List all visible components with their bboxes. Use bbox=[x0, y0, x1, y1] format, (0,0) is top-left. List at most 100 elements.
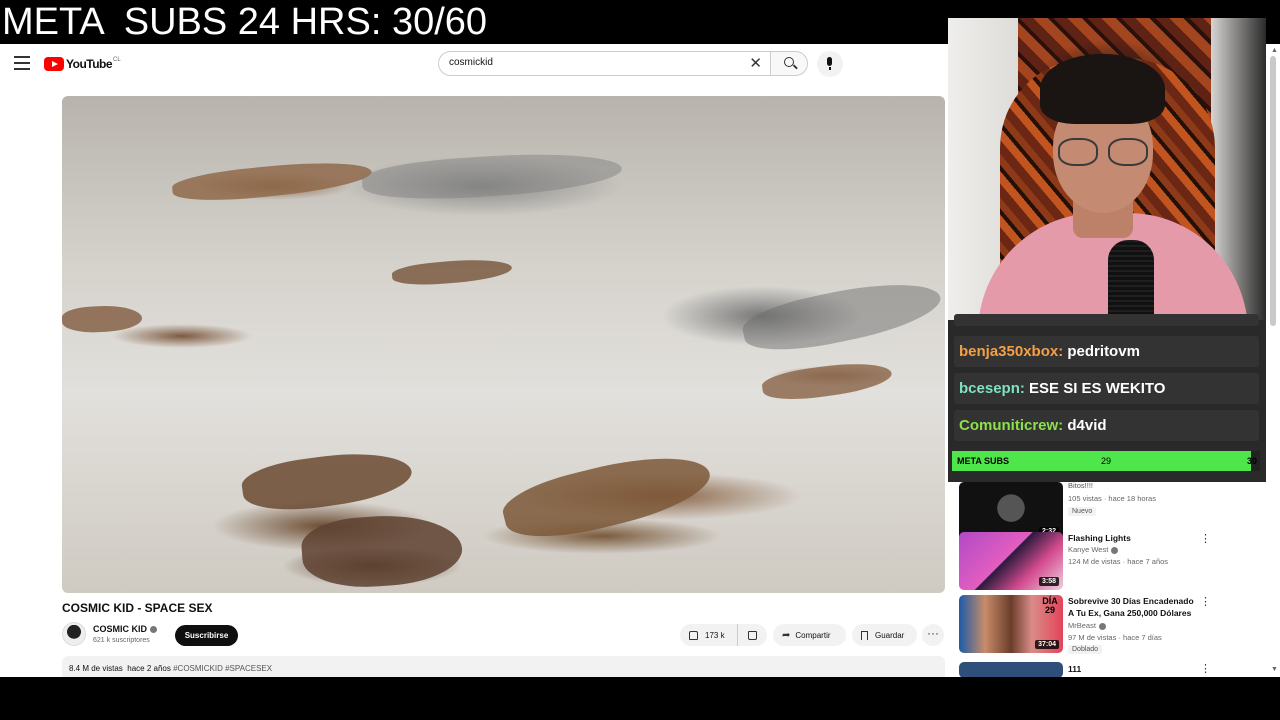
subs-goal-widget: META SUBS 29 30 bbox=[948, 448, 1266, 482]
hashtags[interactable]: #COSMICKID #SPACESEX bbox=[173, 664, 272, 673]
video-frame-detail bbox=[760, 357, 894, 405]
channel-name-link[interactable]: COSMIC KID bbox=[93, 624, 157, 634]
goal-target: 30 bbox=[1246, 456, 1257, 466]
recommendation-title: 111 bbox=[1068, 664, 1082, 674]
more-icon: ··· bbox=[927, 626, 939, 640]
share-label: Compartir bbox=[795, 630, 831, 640]
clear-search-icon[interactable]: ✕ bbox=[749, 56, 762, 72]
save-button[interactable]: Guardar bbox=[852, 624, 917, 646]
chat-username: benja350xbox: bbox=[959, 343, 1064, 360]
recommendation-meta: 97 M de vistas · hace 7 días bbox=[1068, 633, 1162, 642]
search-icon bbox=[784, 57, 794, 67]
letterbox-bottom bbox=[0, 677, 1280, 720]
video-frame-detail bbox=[62, 303, 143, 335]
youtube-logo[interactable]: YouTube CL bbox=[44, 56, 121, 72]
recommendation-thumbnail: DÍA 29 37:04 bbox=[959, 595, 1063, 653]
recommendation-meta: 105 vistas · hace 18 horas bbox=[1068, 494, 1156, 503]
youtube-play-icon bbox=[44, 57, 64, 71]
like-button[interactable]: 173 k bbox=[680, 624, 738, 646]
video-frame-detail bbox=[170, 155, 374, 207]
recommendation-meta: 124 M de vistas · hace 7 años bbox=[1068, 557, 1169, 566]
glasses bbox=[1058, 138, 1150, 168]
chat-message-cut bbox=[954, 314, 1259, 326]
scrollbar-thumb[interactable] bbox=[1270, 56, 1276, 326]
subscriber-count: 621 k suscriptores bbox=[93, 637, 150, 644]
chat-text: d4vid bbox=[1067, 417, 1107, 434]
scroll-up-arrow[interactable]: ▲ bbox=[1271, 47, 1278, 54]
subscribe-button[interactable]: Suscribirse bbox=[175, 625, 238, 646]
like-count: 173 k bbox=[705, 630, 725, 640]
more-options-icon[interactable]: ⋮ bbox=[1200, 597, 1211, 608]
scroll-down-arrow[interactable]: ▼ bbox=[1271, 666, 1278, 673]
streamer-hair bbox=[1040, 54, 1165, 124]
save-label: Guardar bbox=[875, 630, 905, 640]
glasses-lens bbox=[1108, 138, 1148, 166]
chat-message: benja350xbox: pedritovm bbox=[954, 336, 1259, 367]
dubbed-badge: Doblado bbox=[1068, 645, 1103, 654]
chat-text: pedritovm bbox=[1067, 343, 1140, 360]
search-box: ✕ bbox=[438, 51, 770, 76]
verified-icon bbox=[150, 626, 157, 634]
channel-name: Kanye West bbox=[1068, 545, 1109, 554]
chat-username: bcesepn: bbox=[959, 380, 1025, 397]
recommendation-item[interactable]: 111 ⋮ bbox=[959, 662, 1211, 677]
channel-name: COSMIC KID bbox=[93, 624, 147, 634]
upload-age: hace 2 años bbox=[127, 664, 171, 673]
verified-icon bbox=[1098, 622, 1106, 630]
video-frame-detail bbox=[391, 255, 513, 289]
video-title: COSMIC KID - SPACE SEX bbox=[62, 601, 213, 615]
chat-text: ESE SI ES WEKITO bbox=[1029, 380, 1166, 397]
channel-name: MrBeast bbox=[1068, 621, 1096, 630]
verified-icon bbox=[1111, 546, 1119, 554]
goal-progress-bar: META SUBS 29 30 bbox=[952, 451, 1260, 471]
chat-username: Comuniticrew: bbox=[959, 417, 1064, 434]
video-frame-detail bbox=[497, 441, 717, 551]
recommendation-item[interactable]: DÍA 29 37:04 Sobrevive 30 Días Encadenad… bbox=[959, 595, 1211, 654]
description-box[interactable]: 8.4 M de vistas hace 2 años #COSMICKID #… bbox=[62, 656, 945, 677]
like-dislike-group: 173 k bbox=[680, 624, 767, 646]
subs-goal-banner: META SUBS 24 HRS: 30/60 bbox=[0, 0, 948, 44]
stream-chat: benja350xbox: pedritovm bcesepn: ESE SI … bbox=[948, 314, 1266, 452]
duration-badge: 37:04 bbox=[1035, 640, 1059, 649]
video-player[interactable] bbox=[62, 96, 945, 593]
country-code: CL bbox=[113, 57, 121, 63]
chat-message: Comuniticrew: d4vid bbox=[954, 410, 1259, 441]
recommendation-thumbnail bbox=[959, 662, 1063, 677]
recommendation-item[interactable]: 3:58 Flashing Lights Kanye West 124 M de… bbox=[959, 532, 1211, 590]
chat-message: bcesepn: ESE SI ES WEKITO bbox=[954, 373, 1259, 404]
video-frame-detail bbox=[299, 510, 465, 592]
recommendation-thumbnail: 3:58 bbox=[959, 532, 1063, 590]
dislike-button[interactable] bbox=[738, 624, 767, 646]
voice-search-button[interactable] bbox=[817, 51, 843, 77]
more-options-icon[interactable]: ⋮ bbox=[1200, 534, 1211, 545]
search-button[interactable] bbox=[770, 51, 808, 76]
microphone bbox=[1108, 240, 1154, 320]
recommendation-channel: MrBeast bbox=[1068, 621, 1106, 630]
thumbnail-day-text: DÍA 29 bbox=[1042, 596, 1058, 615]
menu-icon[interactable] bbox=[14, 56, 30, 70]
recommendation-channel: Kanye West bbox=[1068, 545, 1119, 554]
recommendation-title: Sobrevive 30 Días Encadenado A Tu Ex, Ga… bbox=[1068, 596, 1194, 618]
thumbs-up-icon bbox=[689, 630, 698, 640]
recommendation-title: Flashing Lights bbox=[1068, 533, 1131, 543]
stream-screen: META SUBS 24 HRS: 30/60 YouTube CL ✕ bbox=[0, 0, 1280, 720]
channel-avatar[interactable] bbox=[62, 622, 86, 646]
more-options-icon[interactable]: ⋮ bbox=[1200, 664, 1211, 675]
goal-label: META SUBS bbox=[957, 456, 1010, 466]
youtube-header: YouTube CL ✕ bbox=[0, 44, 948, 84]
thumbs-down-icon bbox=[748, 630, 757, 640]
duration-badge: 3:58 bbox=[1038, 577, 1059, 586]
more-actions-button[interactable]: ··· bbox=[922, 624, 944, 646]
share-icon: ➦ bbox=[782, 629, 791, 641]
view-count: 8.4 M de vistas bbox=[69, 664, 123, 673]
youtube-logo-text: YouTube bbox=[66, 57, 113, 71]
video-frame-detail bbox=[360, 146, 624, 206]
video-frame-detail bbox=[738, 270, 945, 362]
search-input[interactable] bbox=[449, 57, 739, 68]
goal-current: 29 bbox=[1101, 456, 1112, 466]
glasses-lens bbox=[1058, 138, 1098, 166]
microphone-icon bbox=[827, 57, 832, 70]
new-badge: Nuevo bbox=[1068, 507, 1097, 516]
share-button[interactable]: ➦ Compartir bbox=[773, 624, 846, 646]
video-frame-detail bbox=[239, 444, 415, 518]
